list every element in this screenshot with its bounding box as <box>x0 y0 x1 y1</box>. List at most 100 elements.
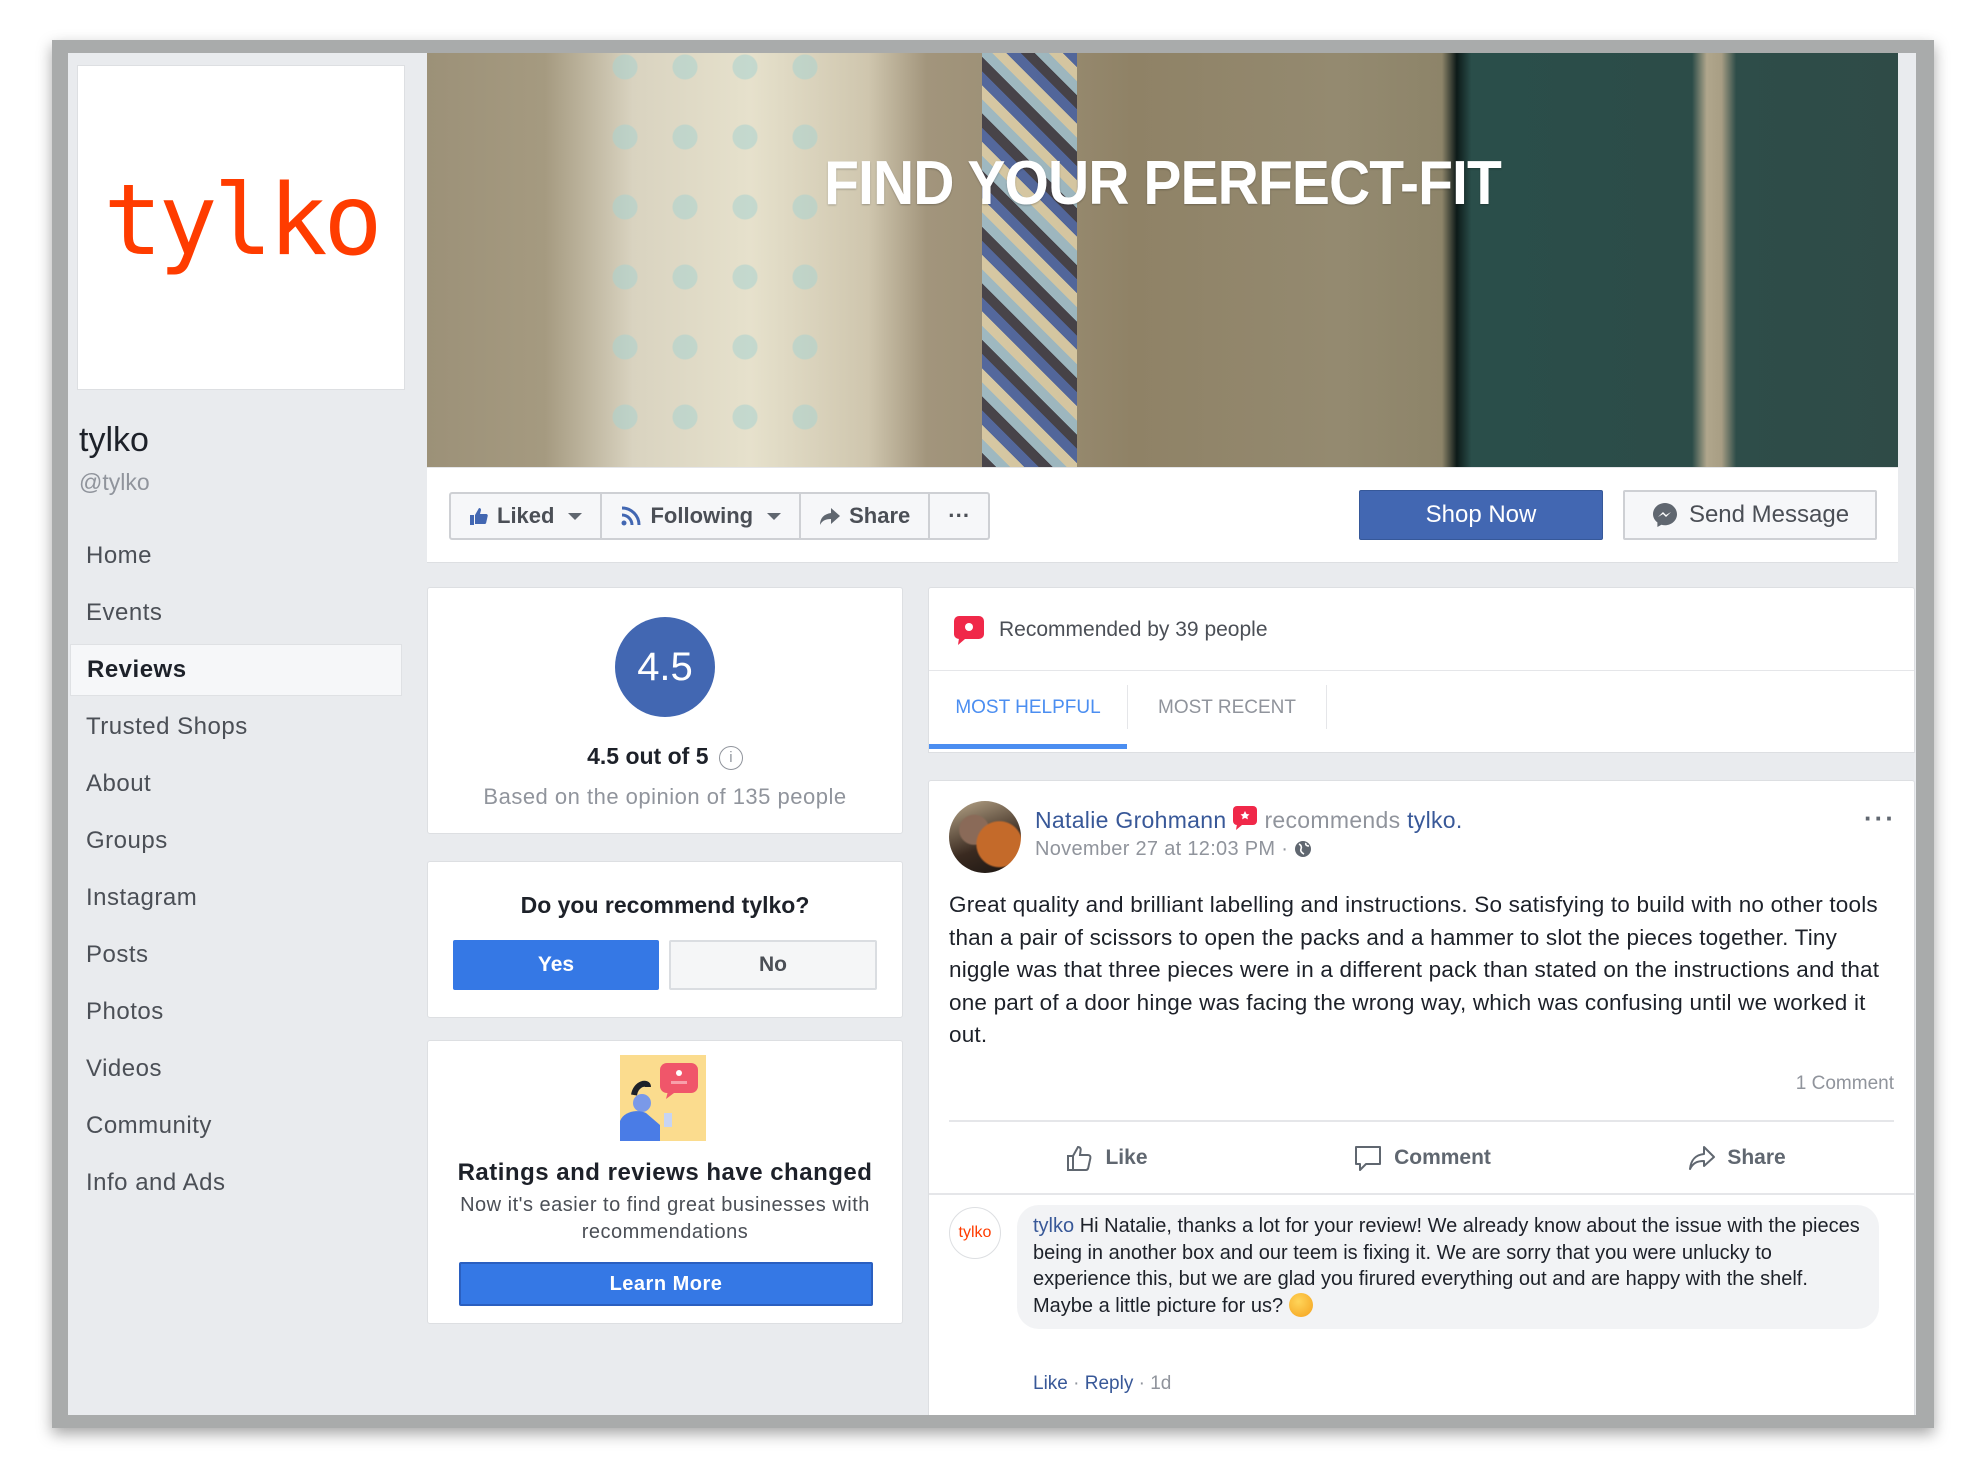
nav-item-community[interactable]: Community <box>70 1100 402 1152</box>
recommend-question: Do you recommend tylko? <box>520 892 810 918</box>
reviews-illustration <box>620 1055 706 1141</box>
cover-pattern <box>607 53 827 467</box>
ratings-changed-subtitle: Now it's easier to find great businesses… <box>460 1194 870 1243</box>
nav-item-events[interactable]: Events <box>70 587 402 639</box>
recommended-page-link[interactable]: tylko. <box>1407 807 1462 833</box>
share-outline-icon <box>1689 1146 1716 1170</box>
share-post-label: Share <box>1727 1146 1786 1169</box>
info-icon[interactable]: i <box>718 745 743 770</box>
following-label: Following <box>650 503 754 528</box>
following-button[interactable]: Following <box>602 494 802 538</box>
tab-most-recent[interactable]: MOST RECENT <box>1128 671 1326 749</box>
separator-dot: · <box>1281 838 1289 860</box>
cover-title: FIND YOUR PERFECT-FIT <box>824 149 1502 218</box>
winking-emoji-icon <box>1288 1292 1313 1317</box>
rating-basis: Based on the opinion of 135 people <box>483 784 847 809</box>
globe-icon <box>1295 841 1312 857</box>
no-button[interactable]: No <box>669 940 877 990</box>
nav-item-reviews[interactable]: Reviews <box>70 644 402 696</box>
cover-decor-strip <box>982 53 1077 467</box>
nav-item-groups[interactable]: Groups <box>70 815 402 867</box>
messenger-icon <box>1652 503 1677 527</box>
share-post-button[interactable]: Share <box>1579 1122 1894 1194</box>
separator-dot: · <box>1138 1373 1145 1394</box>
person-with-review-bubble-icon <box>620 1063 698 1141</box>
liked-button[interactable]: Liked <box>451 494 603 538</box>
rating-summary-text: 4.5 out of 5 <box>587 743 709 769</box>
nav-item-home[interactable]: Home <box>70 530 402 582</box>
rss-feed-icon <box>621 506 641 526</box>
tab-divider <box>1326 685 1327 729</box>
page-nav: Home Events Reviews Trusted Shops About … <box>70 530 402 1214</box>
thumbs-up-outline-icon <box>1067 1145 1092 1171</box>
ellipsis-icon: ··· <box>948 503 971 528</box>
learn-more-button[interactable]: Learn More <box>459 1262 873 1306</box>
profile-picture[interactable]: tylko <box>78 66 404 389</box>
page-button-group: Liked Following Share ··· <box>449 492 991 540</box>
separator-dot: · <box>1073 1373 1080 1394</box>
yes-button[interactable]: Yes <box>453 940 659 990</box>
nav-item-info-and-ads[interactable]: Info and Ads <box>70 1157 402 1209</box>
page-handle[interactable]: @tylko <box>79 469 150 496</box>
like-label: Like <box>1105 1146 1148 1169</box>
post-header: Natalie Grohmann recommends tylko. <box>1035 805 1463 837</box>
comment-age[interactable]: 1d <box>1150 1373 1171 1394</box>
comment-button[interactable]: Comment <box>1264 1122 1579 1194</box>
comment-bubble: tylko Hi Natalie, thanks a lot for your … <box>1017 1205 1879 1329</box>
send-message-label: Send Message <box>1688 501 1850 528</box>
liked-label: Liked <box>497 503 555 528</box>
rating-summary: 4.5 out of 5 i <box>428 743 902 770</box>
post-timestamp-row: November 27 at 12:03 PM · <box>1035 838 1312 861</box>
cover-photo[interactable]: FIND YOUR PERFECT-FIT <box>427 53 1898 467</box>
page-action-bar: Liked Following Share ··· Shop Now Send … <box>427 467 1898 562</box>
comment-label: Comment <box>1394 1146 1491 1169</box>
comment-meta: Like · Reply · 1d <box>1033 1373 1171 1395</box>
recommendation-badge-icon <box>954 616 984 645</box>
chevron-down-icon <box>568 512 583 520</box>
page-name[interactable]: tylko <box>79 421 149 460</box>
tylko-logo: tylko <box>103 163 382 278</box>
share-page-button[interactable]: Share <box>801 494 931 538</box>
nav-item-photos[interactable]: Photos <box>70 986 402 1038</box>
tab-most-helpful[interactable]: MOST HELPFUL <box>929 671 1127 749</box>
shop-now-button[interactable]: Shop Now <box>1359 490 1603 540</box>
more-options-button[interactable]: ··· <box>930 494 988 538</box>
recommendations-header-card: Recommended by 39 people MOST HELPFUL MO… <box>928 587 1915 753</box>
review-text: Great quality and brilliant labelling an… <box>949 892 1880 1047</box>
thumbs-up-icon <box>470 508 488 525</box>
recommended-by: Recommended by 39 people <box>953 614 1268 646</box>
like-button[interactable]: Like <box>949 1122 1264 1194</box>
recommended-by-text: Recommended by 39 people <box>999 618 1268 641</box>
post-timestamp[interactable]: November 27 at 12:03 PM <box>1035 838 1275 860</box>
share-label: Share <box>849 503 911 528</box>
comments-section: tylko tylko Hi Natalie, thanks a lot for… <box>929 1193 1914 1415</box>
chevron-down-icon <box>767 512 782 520</box>
comment-reply-link[interactable]: Reply <box>1085 1373 1134 1394</box>
share-arrow-icon <box>820 508 841 525</box>
comment-like-link[interactable]: Like <box>1033 1373 1068 1394</box>
review-sort-tabs: MOST HELPFUL MOST RECENT <box>929 670 1914 751</box>
comment-author[interactable]: tylko <box>1033 1215 1074 1237</box>
recommendation-badge-icon <box>1232 805 1258 837</box>
post-options-button[interactable]: ··· <box>1864 803 1896 834</box>
ratings-changed-card: Ratings and reviews have changed Now it'… <box>427 1040 903 1324</box>
send-message-button[interactable]: Send Message <box>1623 490 1877 540</box>
reviewer-name[interactable]: Natalie Grohmann <box>1035 807 1226 833</box>
nav-item-videos[interactable]: Videos <box>70 1043 402 1095</box>
comment-count[interactable]: 1 Comment <box>1796 1073 1894 1095</box>
ratings-changed-title: Ratings and reviews have changed <box>457 1159 873 1186</box>
review-post: Natalie Grohmann recommends tylko. Novemb… <box>928 780 1915 1415</box>
nav-item-instagram[interactable]: Instagram <box>70 872 402 924</box>
rating-score-badge: 4.5 <box>615 617 715 717</box>
recommends-verb: recommends <box>1264 807 1401 833</box>
post-action-bar: Like Comment Share <box>949 1120 1894 1194</box>
nav-item-posts[interactable]: Posts <box>70 929 402 981</box>
commenter-avatar[interactable]: tylko <box>949 1207 1001 1259</box>
nav-item-trusted-shops[interactable]: Trusted Shops <box>70 701 402 753</box>
rating-summary-card: 4.5 4.5 out of 5 i Based on the opinion … <box>427 587 903 834</box>
reviewer-avatar[interactable] <box>949 801 1021 873</box>
facebook-page: tylko tylko @tylko Home Events Reviews T… <box>68 53 1916 1415</box>
recommend-question-card: Do you recommend tylko? Yes No <box>427 861 903 1018</box>
nav-item-about[interactable]: About <box>70 758 402 810</box>
comment-bubble-icon <box>1355 1146 1382 1171</box>
